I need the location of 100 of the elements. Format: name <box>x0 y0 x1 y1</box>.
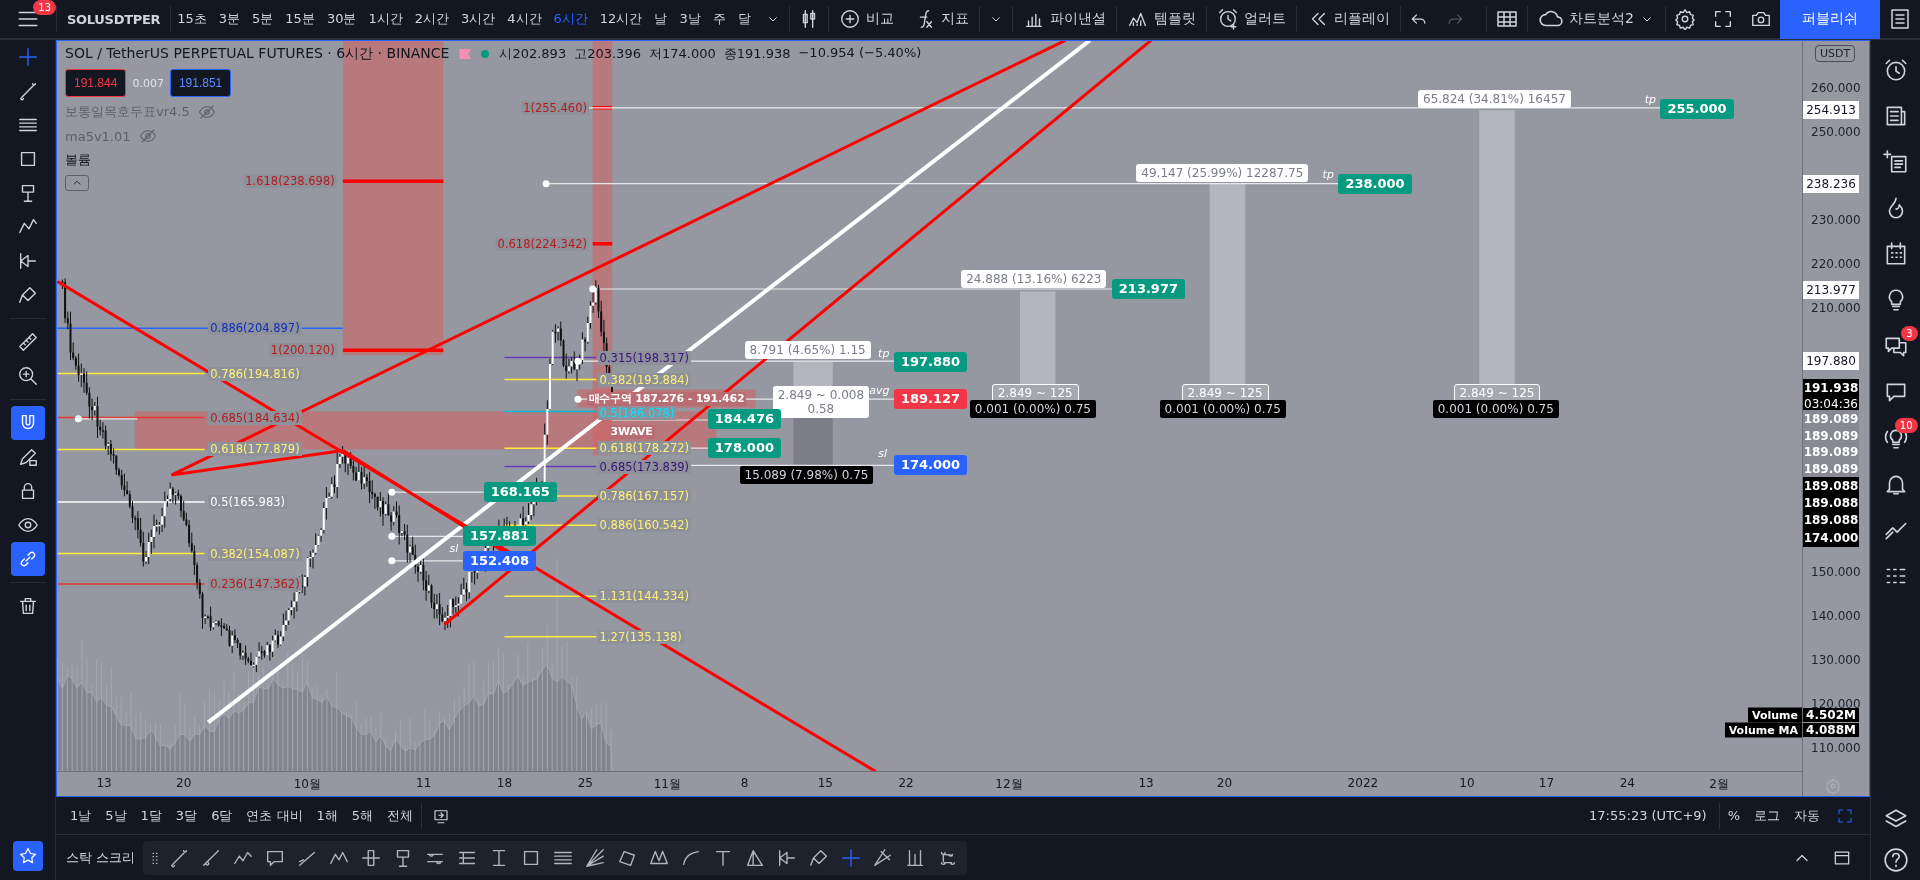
interval-button[interactable]: 2시간 <box>408 3 455 35</box>
price-tag: 168.165 <box>483 482 557 503</box>
interval-button[interactable]: 15분 <box>279 3 321 35</box>
range-button[interactable]: 전체 <box>381 804 420 827</box>
interval-button[interactable]: 달 <box>731 3 757 35</box>
ohlc-value: 고203.396 <box>574 45 641 63</box>
brush-icon <box>16 284 39 306</box>
range-button[interactable]: 연초 대비 <box>240 804 309 827</box>
scale-button[interactable]: 자동 <box>1788 804 1826 827</box>
time-tick: 20 <box>1216 776 1233 791</box>
volume-pane-label: 볼륨 <box>65 151 91 169</box>
help-icon[interactable] <box>1882 847 1909 873</box>
link-toggle[interactable] <box>10 542 45 576</box>
scale-button[interactable]: % <box>1721 806 1746 825</box>
price-label: 189.089 <box>1803 460 1859 478</box>
scale-button[interactable]: 로그 <box>1748 804 1786 827</box>
alarm-clock-icon[interactable] <box>1882 57 1909 83</box>
price-label: 197.880 <box>1803 352 1859 371</box>
zone-label: 3WAVE <box>608 425 655 440</box>
interval-button[interactable]: 1시간 <box>362 3 409 35</box>
layout-button[interactable]: 차트분석2 <box>1528 3 1665 35</box>
indicator-name: 보통일목호두표vr4.5 <box>65 103 190 121</box>
time-tick: 12월 <box>995 776 1023 794</box>
price-tag: 255.000 <box>1660 99 1734 119</box>
interval-button[interactable]: 3분 <box>212 3 247 35</box>
list-icon[interactable] <box>1888 7 1912 31</box>
crosshair-icon <box>840 847 863 869</box>
price-label: 213.977 <box>1803 281 1859 300</box>
price-tick: 250.000 <box>1811 125 1861 140</box>
interval-button[interactable]: 3날 <box>673 3 707 35</box>
price-tick: 110.000 <box>1811 741 1861 756</box>
range-button[interactable]: 6달 <box>205 804 239 827</box>
interval-button[interactable]: 날 <box>648 3 674 35</box>
interval-button[interactable]: 주 <box>706 3 732 35</box>
range-button[interactable]: 3달 <box>169 804 204 827</box>
price-tag: 178.000 <box>707 438 781 459</box>
ruler-icon <box>16 331 39 353</box>
position-stats: 8.791 (4.65%) 1.15 <box>744 341 871 360</box>
time-tick: 25 <box>577 776 593 791</box>
fullscreen-icon[interactable] <box>1712 8 1734 30</box>
settings-icon[interactable] <box>1674 8 1696 30</box>
menu-button[interactable]: 13 <box>0 0 56 38</box>
position-stats: 15.089 (7.98%) 0.75 <box>739 466 874 485</box>
fib-level-label: 0.382(193.884) <box>597 372 692 387</box>
alert-icon <box>1216 8 1239 30</box>
compare-button[interactable]: 비교 <box>828 3 904 35</box>
price-label: 254.913 <box>1803 101 1859 120</box>
chart-title: SOL / TetherUS PERPETUAL FUTURES · 6시간 · BINANCE <box>65 45 450 63</box>
interval-button[interactable]: 3시간 <box>455 3 502 35</box>
fib-level-label: 0.618(177.879) <box>208 442 302 457</box>
range-button[interactable]: 5해 <box>345 804 380 827</box>
symbol-search[interactable]: SOLUSDTPER <box>57 11 171 27</box>
fib-level-label: 0.786(194.816) <box>208 366 302 381</box>
time-tick: 10월 <box>293 776 321 794</box>
interval-button[interactable]: 4시간 <box>501 3 548 35</box>
fib-level-label: 1(200.120) <box>268 343 337 358</box>
range-button[interactable]: 1날 <box>64 804 98 827</box>
position-stats: 0.001 (0.00%) 0.75 <box>969 400 1096 418</box>
range-button[interactable]: 1달 <box>134 804 168 827</box>
position-stats: 24.888 (13.16%) 6223 <box>961 270 1107 289</box>
status-dot <box>481 50 490 58</box>
fib-level-label: 0.315(198.317) <box>597 350 692 365</box>
position-stats: 49.147 (25.99%) 12287.75 <box>1136 163 1309 182</box>
time-tick: 8 <box>740 776 749 791</box>
magnet-toggle[interactable] <box>10 406 45 440</box>
clock: 17:55:23 (UTC+9) <box>1588 808 1708 823</box>
buy-button[interactable]: 191.851 <box>169 69 232 97</box>
replay-button[interactable]: 리플레이 <box>1296 3 1400 35</box>
interval-button[interactable]: 30분 <box>320 3 363 35</box>
interval-button[interactable]: 5분 <box>246 3 280 35</box>
price-label: 238.236 <box>1803 174 1859 193</box>
publish-button[interactable]: 퍼블리쉬 <box>1780 0 1880 39</box>
indicator-button[interactable]: 지표 <box>903 3 979 35</box>
watchlist-icon[interactable] <box>1882 149 1909 175</box>
favorites-button[interactable] <box>12 841 43 871</box>
interval-button[interactable]: 15초 <box>171 3 213 35</box>
range-button[interactable]: 1해 <box>310 804 344 827</box>
currency-label[interactable]: USDT <box>1815 45 1856 62</box>
alert-button[interactable]: 얼러트 <box>1206 3 1296 35</box>
interval-button[interactable]: 6시간 <box>547 3 594 35</box>
template-button[interactable]: 템플릿 <box>1116 3 1206 35</box>
sell-button[interactable]: 191.844 <box>65 69 127 97</box>
financial-button[interactable]: 파이낸셜 <box>1012 3 1116 35</box>
fib-level-label: 0.618(178.272) <box>597 441 692 456</box>
time-tick: 11월 <box>653 776 681 794</box>
fib-level-label: 0.886(160.542) <box>597 518 692 533</box>
tag-label: tp <box>1644 93 1657 108</box>
time-tick: 22 <box>898 776 914 791</box>
stock-screener-tab[interactable]: 스탁 스크리 <box>66 849 140 867</box>
price-tick: 220.000 <box>1811 257 1861 272</box>
interval-button[interactable]: 12시간 <box>593 3 649 35</box>
range-button[interactable]: 5날 <box>99 804 133 827</box>
fib-level-label: 0.618(224.342) <box>495 236 589 251</box>
volume-value: 4.502M <box>1803 708 1859 723</box>
spread-value: 0.007 <box>132 76 164 90</box>
time-tick: 10 <box>1459 776 1475 791</box>
time-tick: 13 <box>96 776 112 791</box>
fib-level-label: 0.236(147.362) <box>208 577 302 592</box>
tag-label: sl <box>878 447 888 462</box>
indicator-name: ma5v1.01 <box>65 128 131 144</box>
